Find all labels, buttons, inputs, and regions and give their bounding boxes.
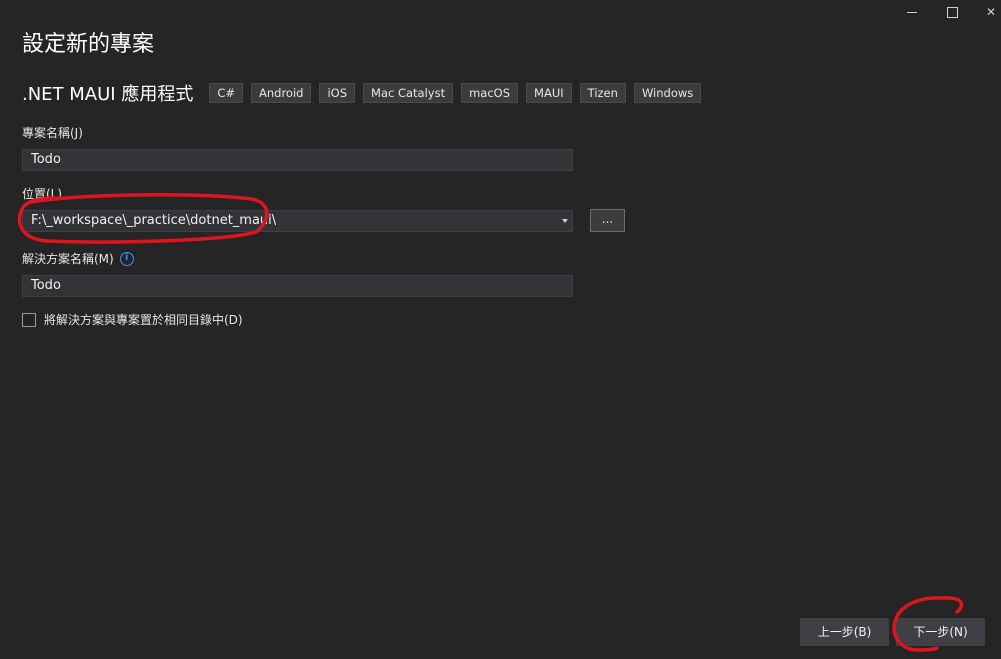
page-title: 設定新的專案	[22, 32, 155, 57]
maximize-icon	[946, 6, 958, 18]
location-label: 位置(L)	[22, 187, 63, 201]
location-combobox[interactable]: F:\_workspace\_practice\dotnet_maui\	[22, 210, 573, 232]
tag-tizen: Tizen	[579, 83, 626, 103]
location-value: F:\_workspace\_practice\dotnet_maui\	[31, 213, 277, 228]
create-project-dialog: ✕ 設定新的專案 .NET MAUI 應用程式 C# Android iOS M…	[0, 0, 1001, 659]
tag-mac-catalyst: Mac Catalyst	[363, 83, 454, 103]
tag-macos: macOS	[461, 83, 519, 103]
close-icon: ✕	[985, 5, 997, 19]
minimize-icon	[907, 11, 917, 13]
tag-csharp: C#	[209, 83, 243, 103]
tag-windows: Windows	[633, 83, 702, 103]
same-directory-label: 將解決方案與專案置於相同目錄中(D)	[44, 313, 243, 327]
close-button[interactable]: ✕	[968, 0, 1001, 24]
tag-maui: MAUI	[526, 83, 572, 103]
template-name: .NET MAUI 應用程式	[22, 84, 194, 105]
browse-button[interactable]: ...	[590, 209, 625, 232]
chevron-down-icon[interactable]	[562, 219, 568, 223]
solution-name-input[interactable]: Todo	[22, 275, 573, 297]
project-name-label: 專案名稱(J)	[22, 126, 83, 140]
next-button[interactable]: 下一步(N)	[896, 618, 985, 646]
tag-ios: iOS	[319, 83, 356, 103]
same-directory-checkbox[interactable]	[22, 312, 36, 327]
solution-name-label-row: 解決方案名稱(M) i	[22, 250, 134, 267]
project-name-input[interactable]: Todo	[22, 149, 573, 171]
tag-android: Android	[251, 83, 312, 103]
same-directory-option[interactable]: 將解決方案與專案置於相同目錄中(D)	[22, 311, 243, 328]
back-button[interactable]: 上一步(B)	[800, 618, 889, 646]
info-icon[interactable]: i	[119, 251, 134, 266]
solution-name-label: 解決方案名稱(M)	[22, 252, 114, 266]
template-header: .NET MAUI 應用程式 C# Android iOS Mac Cataly…	[22, 80, 709, 106]
